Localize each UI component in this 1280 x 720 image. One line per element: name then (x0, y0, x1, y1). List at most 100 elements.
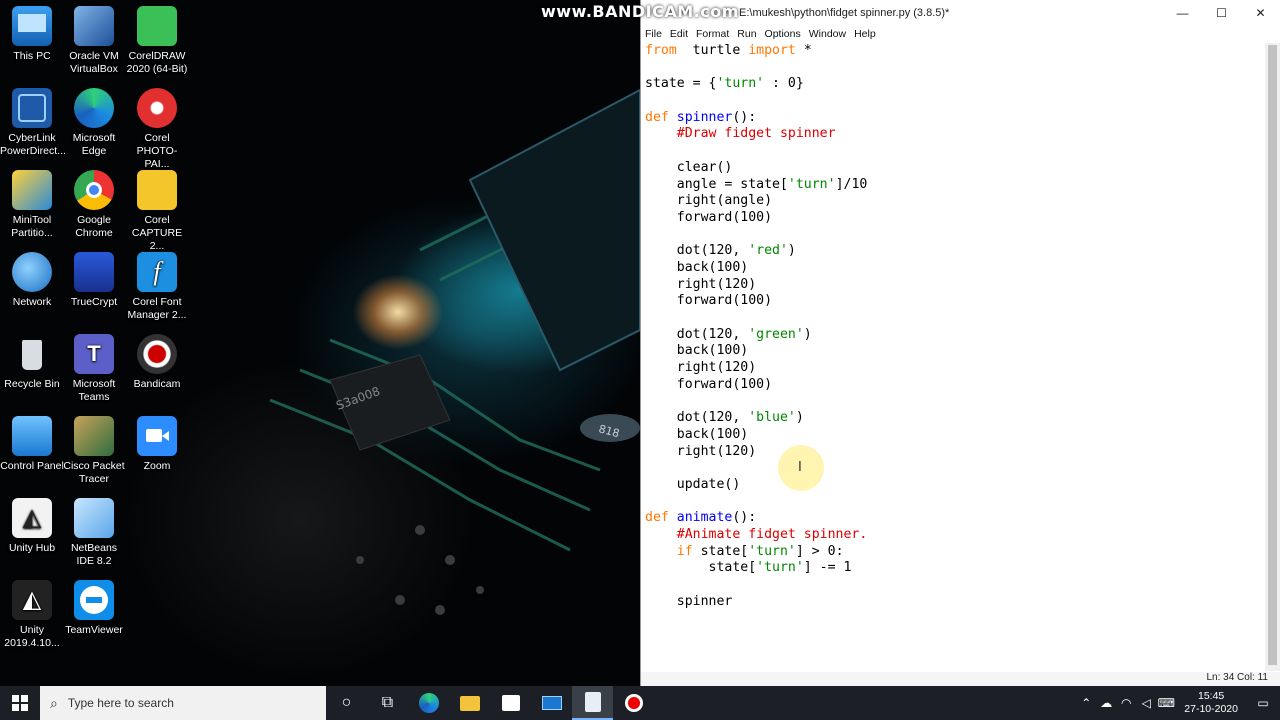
chrome-icon[interactable]: Google Chrome (62, 170, 126, 240)
code-token: 'turn' (748, 543, 796, 559)
code-token: 'green' (748, 326, 804, 342)
code-token: back(100) (645, 426, 749, 442)
code-token: import (748, 43, 796, 58)
teams-icon[interactable]: T Microsoft Teams (62, 334, 126, 404)
title-bar[interactable]: www.BANDICAM.com E:\mukesh\python\fidget… (541, 0, 1280, 26)
menu-format[interactable]: Format (696, 28, 729, 40)
unity-icon[interactable]: ◭ Unity 2019.4.10... (0, 580, 64, 650)
close-button[interactable]: ✕ (1241, 0, 1280, 26)
wifi-icon[interactable]: ◠ (1116, 696, 1136, 710)
code-token: ]/10 (835, 176, 868, 192)
corel-photo-paint-icon[interactable]: Corel PHOTO-PAI... (125, 88, 189, 171)
text-cursor-icon: I (798, 460, 802, 475)
clock-time: 15:45 (1198, 690, 1225, 702)
code-token: clear() (645, 159, 733, 175)
corel-font-manager-icon[interactable]: f Corel Font Manager 2... (125, 252, 189, 322)
zoom-icon[interactable]: Zoom (125, 416, 189, 473)
code-token: right(120) (645, 360, 757, 376)
maximize-button[interactable]: ☐ (1202, 0, 1241, 26)
corel-capture-icon[interactable]: Corel CAPTURE 2... (125, 170, 189, 253)
vertical-scrollbar[interactable] (1265, 43, 1280, 671)
start-button[interactable] (0, 686, 40, 720)
code-editor[interactable]: from turtle import * state = {'turn' : 0}… (645, 43, 1263, 671)
cortana-icon[interactable]: ○ (326, 686, 367, 720)
netbeans-icon[interactable]: NetBeans IDE 8.2 (62, 498, 126, 568)
code-token: back(100) (645, 259, 749, 275)
code-line: #Animate fidget spinner. (645, 527, 1263, 544)
cyberlink-powerdirector-icon[interactable]: CyberLink PowerDirect... (0, 88, 66, 158)
task-view-icon[interactable]: ⧉ (367, 686, 408, 720)
minitool-partition-icon[interactable]: MiniTool Partitio... (0, 170, 64, 240)
system-tray: ⌃ ☁ ◠ ◁ ⌨ 15:45 27-10-2020 ▭ (1076, 686, 1280, 720)
onedrive-icon[interactable]: ☁ (1096, 696, 1116, 710)
menu-run[interactable]: Run (737, 28, 756, 40)
code-token: turtle (676, 43, 749, 58)
code-token: 'turn' (756, 560, 804, 576)
code-token: update() (645, 476, 741, 492)
taskbar-search-box[interactable]: ⌕ Type here to search (40, 686, 326, 720)
icon-label: MiniTool Partitio... (11, 214, 53, 239)
code-token: dot(120, (645, 326, 749, 342)
icon-label: Oracle VM VirtualBox (69, 50, 119, 75)
taskbar-edge-icon[interactable] (408, 686, 449, 720)
this-pc-icon[interactable]: This PC (0, 6, 64, 63)
teamviewer-icon[interactable]: TeamViewer (62, 580, 126, 637)
virtualbox-icon[interactable]: Oracle VM VirtualBox (62, 6, 126, 76)
windows-logo-icon (12, 695, 28, 711)
recycle-bin-icon[interactable]: Recycle Bin (0, 334, 64, 391)
notification-icon[interactable]: ▭ (1246, 696, 1280, 710)
volume-icon[interactable]: ◁ (1136, 696, 1156, 710)
control-panel-icon[interactable]: Control Panel (0, 416, 64, 473)
clock[interactable]: 15:45 27-10-2020 (1176, 690, 1246, 716)
idle-editor-window: www.BANDICAM.com E:\mukesh\python\fidget… (541, 0, 1280, 686)
code-token: spinner (676, 109, 733, 125)
icon-label: Unity Hub (8, 542, 56, 554)
code-line: right(120) (645, 444, 1263, 461)
language-icon[interactable]: ⌨ (1156, 696, 1176, 710)
menu-options[interactable]: Options (765, 28, 801, 40)
network-icon[interactable]: Network (0, 252, 64, 309)
menu-file[interactable]: File (645, 28, 662, 40)
icon-label: Unity 2019.4.10... (4, 624, 60, 649)
cisco-packet-tracer-icon[interactable]: Cisco Packet Tracer (62, 416, 126, 486)
code-line: forward(100) (645, 293, 1263, 310)
microsoft-store-icon[interactable] (490, 686, 531, 720)
desktop-wallpaper: S3a008 818 This PC CyberLink PowerDirect… (0, 0, 640, 686)
menu-window[interactable]: Window (809, 28, 846, 40)
code-token: #Animate fidget spinner. (676, 526, 868, 542)
menu-help[interactable]: Help (854, 28, 876, 40)
taskbar: ⌕ Type here to search ○ ⧉ ⌃ ☁ ◠ ◁ ⌨ 15:4… (0, 686, 1280, 720)
file-explorer-icon[interactable] (449, 686, 490, 720)
idle-taskbar-icon[interactable] (572, 686, 613, 720)
bandicam-icon[interactable]: Bandicam (125, 334, 189, 391)
show-hidden-icons-icon[interactable]: ⌃ (1076, 696, 1096, 710)
scrollbar-thumb[interactable] (1268, 45, 1277, 665)
window-title: E:\mukesh\python\fidget spinner.py (3.8.… (739, 7, 950, 19)
code-line: back(100) (645, 427, 1263, 444)
truecrypt-icon[interactable]: TrueCrypt (62, 252, 126, 309)
code-token: (): (732, 510, 757, 526)
edge-icon[interactable]: Microsoft Edge (62, 88, 126, 158)
bandicam-watermark: www.BANDICAM.com (541, 2, 739, 21)
icon-label: Control Panel (0, 460, 64, 472)
menu-edit[interactable]: Edit (670, 28, 688, 40)
code-token: ] > 0: (795, 543, 844, 559)
bandicam-taskbar-icon[interactable] (613, 686, 654, 720)
coreldraw-icon[interactable]: CorelDRAW 2020 (64-Bit) (125, 6, 189, 76)
search-icon: ⌕ (50, 694, 58, 711)
code-line: if state['turn'] > 0: (645, 544, 1263, 561)
code-token: * (795, 43, 812, 58)
minimize-button[interactable]: — (1163, 0, 1202, 26)
code-token: animate (676, 510, 733, 526)
code-token: right(120) (645, 276, 757, 292)
icon-label: TeamViewer (65, 624, 123, 636)
unity-hub-icon[interactable]: ◭ Unity Hub (0, 498, 64, 555)
code-line: forward(100) (645, 377, 1263, 394)
mail-icon[interactable] (531, 686, 572, 720)
code-line: state = {'turn' : 0} (645, 76, 1263, 93)
